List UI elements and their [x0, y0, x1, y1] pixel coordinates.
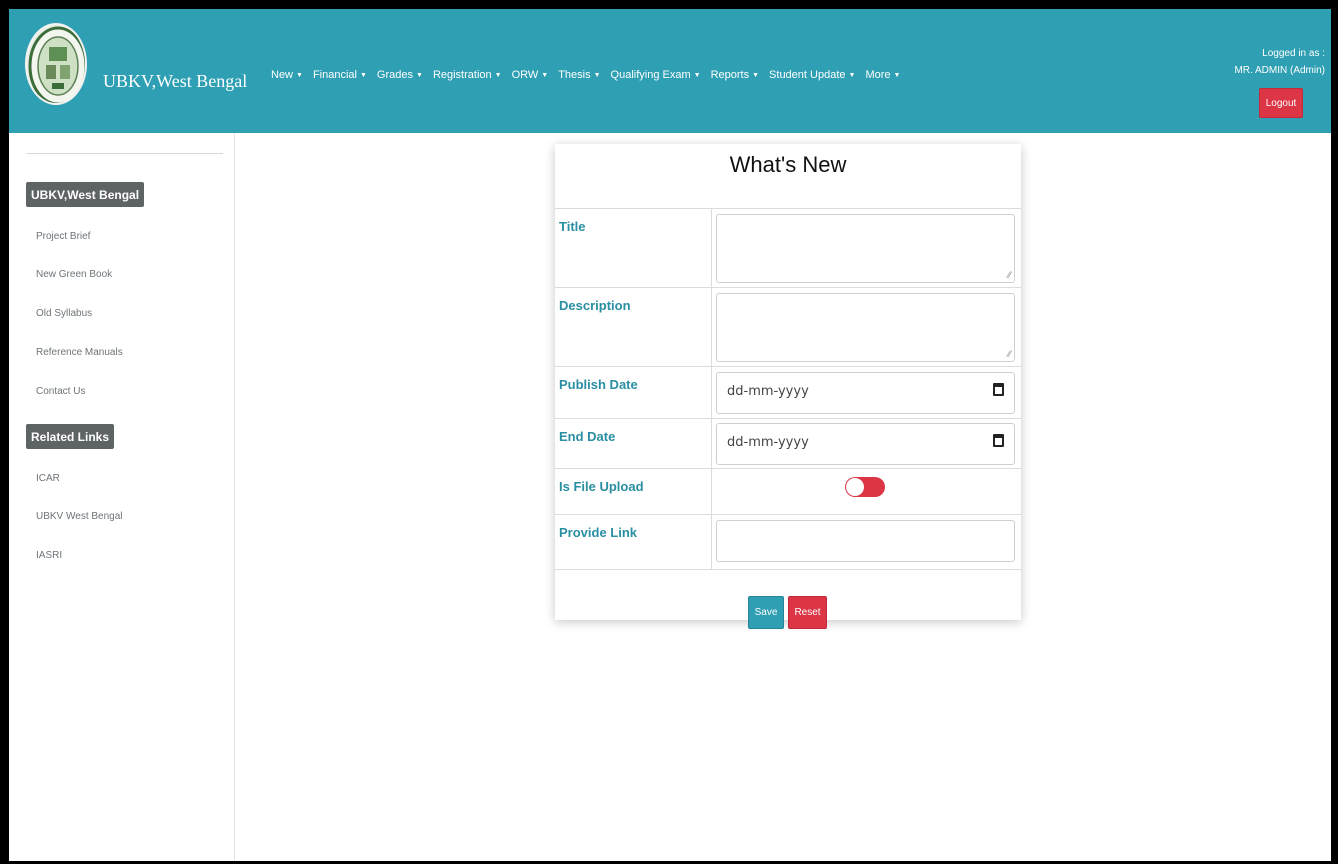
menu-new[interactable]: New ▼ — [271, 69, 303, 81]
menu-student-update[interactable]: Student Update ▼ — [769, 69, 855, 81]
form-row-end-date: End Date dd-mm-yyyy — [555, 418, 1021, 468]
publish-date-label: Publish Date — [555, 367, 712, 418]
is-file-upload-label: Is File Upload — [555, 469, 712, 514]
menu-registration[interactable]: Registration ▼ — [433, 69, 502, 81]
toggle-knob — [846, 478, 864, 496]
menu-label: Student Update — [769, 69, 846, 81]
app-window: UBKV,West Bengal New ▼ Financial ▼ Grades ▼… — [9, 9, 1331, 861]
sidebar-link-project-brief[interactable]: Project Brief — [36, 231, 90, 242]
calendar-icon[interactable] — [993, 383, 1004, 396]
file-upload-toggle[interactable] — [845, 477, 885, 497]
resize-grip-icon[interactable]: ⁄⁄ — [1008, 270, 1011, 280]
end-date-input[interactable]: dd-mm-yyyy — [716, 423, 1015, 465]
current-user: MR. ADMIN (Admin) — [1234, 65, 1325, 76]
caret-down-icon: ▼ — [296, 71, 303, 79]
title-label: Title — [555, 209, 712, 287]
caret-down-icon: ▼ — [752, 71, 760, 79]
menu-label: Financial — [312, 69, 357, 81]
menu-orw[interactable]: ORW ▼ — [512, 69, 549, 81]
menu-qualifying-exam[interactable]: Qualifying Exam ▼ — [611, 69, 701, 81]
form-row-provide-link: Provide Link — [555, 514, 1021, 569]
caret-down-icon: ▼ — [848, 71, 856, 79]
login-info: Logged in as : MR. ADMIN (Admin) — [1234, 45, 1325, 79]
date-placeholder: dd-mm-yyyy — [727, 384, 809, 399]
sidebar-link-new-green-book[interactable]: New Green Book — [36, 269, 112, 280]
menu-label: ORW — [511, 69, 539, 81]
calendar-icon[interactable] — [993, 434, 1004, 447]
caret-down-icon: ▼ — [693, 71, 701, 79]
form-row-file-upload: Is File Upload — [555, 468, 1021, 514]
title-textarea[interactable]: ⁄⁄ — [716, 214, 1015, 283]
sidebar-link-icar[interactable]: ICAR — [36, 473, 60, 484]
reset-button[interactable]: Reset — [788, 596, 827, 629]
sidebar-heading-related-links: Related Links — [26, 424, 115, 449]
menu-reports[interactable]: Reports ▼ — [711, 69, 759, 81]
menu-label: Thesis — [558, 69, 591, 81]
form-row-description: Description ⁄⁄ — [555, 287, 1021, 366]
caret-down-icon: ▼ — [593, 71, 601, 79]
logout-button[interactable]: Logout — [1259, 88, 1303, 118]
save-button[interactable]: Save — [748, 596, 784, 629]
menu-thesis[interactable]: Thesis ▼ — [558, 69, 600, 81]
date-placeholder: dd-mm-yyyy — [727, 435, 809, 450]
caret-down-icon: ▼ — [359, 71, 367, 79]
menu-label: Reports — [710, 69, 750, 81]
resize-grip-icon[interactable]: ⁄⁄ — [1008, 349, 1011, 359]
sidebar-heading-university: UBKV,West Bengal — [26, 182, 145, 207]
menu-financial[interactable]: Financial ▼ — [313, 69, 367, 81]
publish-date-input[interactable]: dd-mm-yyyy — [716, 372, 1015, 414]
description-textarea[interactable]: ⁄⁄ — [716, 293, 1015, 362]
form-row-title: Title ⁄⁄ — [555, 208, 1021, 287]
divider — [26, 153, 223, 154]
provide-link-input[interactable] — [716, 520, 1015, 562]
end-date-label: End Date — [555, 419, 712, 468]
sidebar: UBKV,West Bengal Project Brief New Green… — [9, 133, 235, 861]
top-navbar: UBKV,West Bengal New ▼ Financial ▼ Grades ▼… — [9, 9, 1331, 133]
menu-label: Registration — [432, 69, 492, 81]
main-menu: New ▼ Financial ▼ Grades ▼ Registration ▼ OR… — [271, 69, 900, 81]
sidebar-link-old-syllabus[interactable]: Old Syllabus — [36, 308, 92, 319]
caret-down-icon: ▼ — [416, 71, 423, 79]
sidebar-link-contact-us[interactable]: Contact Us — [36, 386, 85, 397]
brand-name[interactable]: UBKV,West Bengal — [103, 71, 247, 92]
provide-link-label: Provide Link — [555, 515, 712, 569]
menu-more[interactable]: More ▼ — [865, 69, 900, 81]
caret-down-icon: ▼ — [541, 71, 549, 79]
caret-down-icon: ▼ — [494, 71, 502, 79]
menu-label: New — [271, 69, 294, 81]
menu-label: Qualifying Exam — [610, 69, 691, 81]
description-label: Description — [555, 288, 712, 366]
form-row-publish-date: Publish Date dd-mm-yyyy — [555, 366, 1021, 418]
whats-new-form: What's New Title ⁄⁄ Description ⁄⁄ Publi… — [555, 144, 1021, 629]
caret-down-icon: ▼ — [893, 71, 901, 79]
university-logo[interactable] — [25, 23, 87, 105]
form-title: What's New — [729, 152, 847, 177]
logged-in-label: Logged in as : — [1262, 48, 1325, 59]
menu-label: More — [865, 69, 891, 81]
sidebar-link-ubkv-west-bengal[interactable]: UBKV West Bengal — [36, 511, 123, 522]
sidebar-link-reference-manuals[interactable]: Reference Manuals — [36, 347, 123, 358]
menu-label: Grades — [376, 69, 413, 81]
divider — [555, 569, 1021, 570]
sidebar-link-iasri[interactable]: IASRI — [36, 550, 62, 561]
menu-grades[interactable]: Grades ▼ — [377, 69, 423, 81]
